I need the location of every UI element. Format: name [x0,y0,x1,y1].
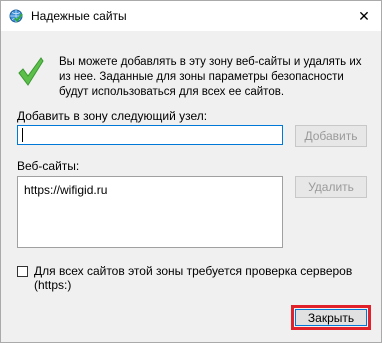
https-verification-label: Для всех сайтов этой зоны требуется пров… [34,264,353,292]
title-bar: Надежные сайты ✕ [1,1,381,31]
window-close-button[interactable]: ✕ [347,1,381,31]
add-site-label: Добавить в зону следующий узел: [17,109,208,123]
https-verification-checkbox[interactable] [17,266,28,277]
globe-check-icon [9,9,23,23]
close-button[interactable]: Закрыть [295,309,367,326]
green-check-icon [18,57,44,86]
remove-button[interactable]: Удалить [295,176,367,198]
websites-list[interactable]: https://wifigid.ru [17,176,283,248]
text-caret [22,128,23,142]
dialog-body: Вы можете добавлять в эту зону веб-сайты… [1,31,381,342]
close-icon: ✕ [358,7,370,24]
close-button-highlight: Закрыть [291,305,371,330]
dialog-window: Надежные сайты ✕ Вы можете добавлять в э… [0,0,382,343]
add-site-input[interactable] [17,125,283,145]
websites-label: Веб-сайты: [17,159,80,173]
info-text: Вы можете добавлять в эту зону веб-сайты… [59,56,362,98]
list-item[interactable]: https://wifigid.ru [24,183,107,197]
window-title: Надежные сайты [31,9,127,23]
add-button[interactable]: Добавить [295,125,367,147]
